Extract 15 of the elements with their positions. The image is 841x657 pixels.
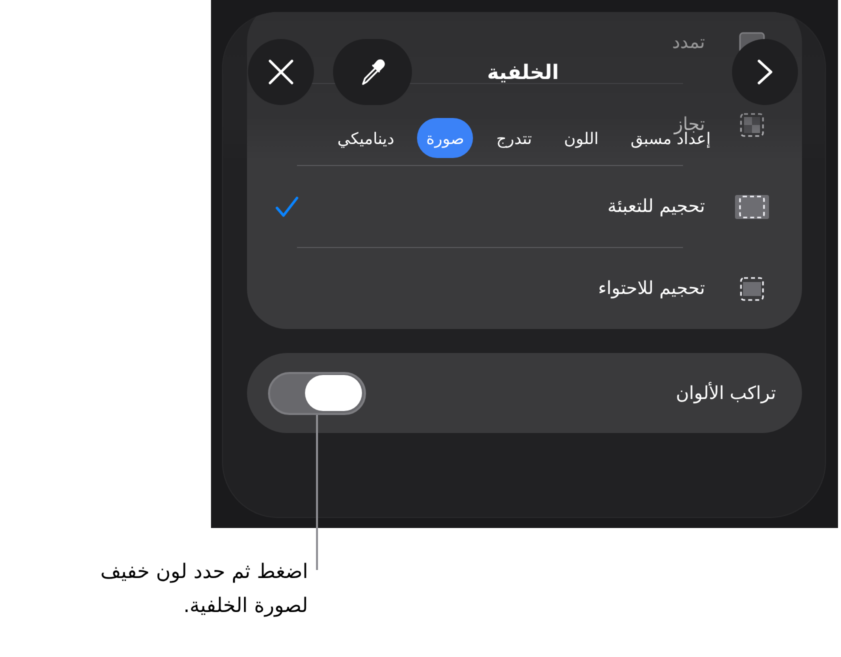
segment-tab[interactable]: تتدرج (487, 118, 541, 158)
option-label: تحجيم للتعبئة (608, 196, 705, 217)
chevron-right-icon (757, 59, 773, 85)
dashed-square-icon (740, 276, 764, 300)
option-label: تحجيم للاحتواء (598, 278, 705, 299)
dashed-square-icon (735, 194, 769, 218)
toggle-label: تراكب الألوان (676, 382, 776, 404)
checkered-square-icon (740, 112, 764, 136)
segment-tab[interactable]: اللون (554, 118, 608, 158)
callout-text: اضغط ثم حدد لون خفيف لصورة الخلفية. (100, 558, 308, 619)
option-label: تمدد (672, 32, 705, 53)
close-icon (268, 59, 294, 85)
toggle-switch[interactable] (268, 372, 366, 414)
segment-tab[interactable]: ديناميكي (328, 118, 404, 158)
panel-title: الخلفية (487, 60, 559, 84)
